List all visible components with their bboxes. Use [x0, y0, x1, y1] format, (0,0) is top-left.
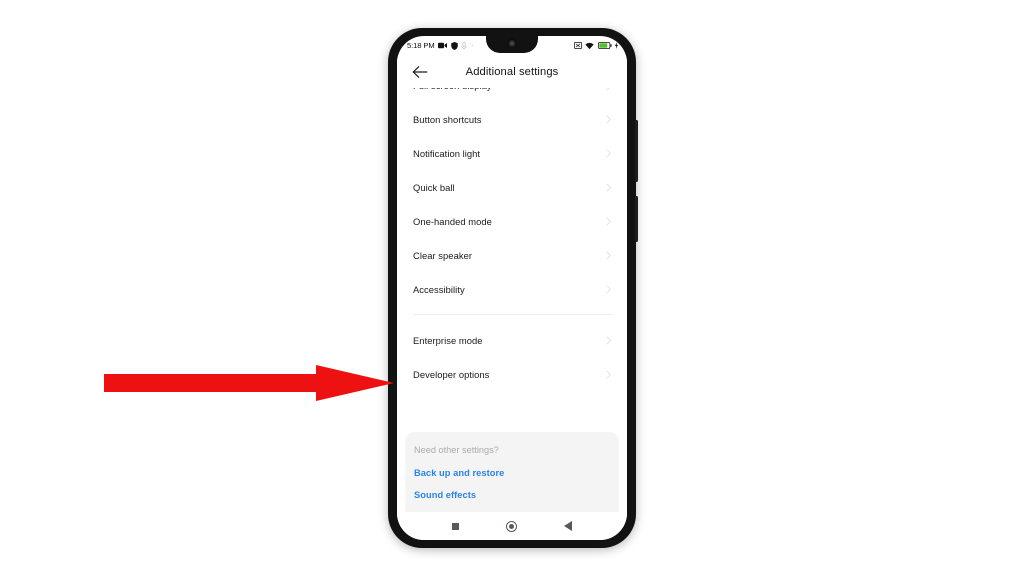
dot-icon	[471, 44, 473, 47]
list-item-label: Quick ball	[413, 181, 455, 193]
wifi-icon	[585, 42, 594, 49]
list-item-label: Full screen display	[413, 88, 604, 91]
list-item-accessibility[interactable]: Accessibility	[397, 272, 627, 306]
need-other-settings-card: Need other settings? Back up and restore…	[405, 432, 619, 512]
power-button[interactable]	[635, 196, 638, 242]
screenshot-canvas: 5:18 PM Additional settings Button short…	[0, 0, 1024, 576]
red-arrow-right-icon	[104, 365, 394, 401]
volume-button[interactable]	[635, 120, 638, 182]
circle-home-icon[interactable]	[505, 520, 517, 532]
charging-bolt-icon	[615, 42, 618, 49]
list-item-one-handed-mode[interactable]: One-handed mode	[397, 204, 627, 238]
front-camera-icon	[507, 39, 517, 48]
settings-scroll-area[interactable]: Full screen display Button shortcuts Not…	[397, 88, 627, 512]
chevron-right-icon	[606, 88, 610, 91]
chevron-right-icon	[606, 335, 611, 345]
phone-screen: 5:18 PM Additional settings Button short…	[397, 36, 627, 540]
no-sim-icon	[573, 42, 582, 49]
chevron-right-icon	[606, 182, 611, 192]
list-item-clear-speaker[interactable]: Clear speaker	[397, 238, 627, 272]
list-item-full-screen-display[interactable]: Full screen display	[397, 88, 627, 102]
list-item-label: One-handed mode	[413, 215, 492, 227]
chevron-right-icon	[606, 216, 611, 226]
chevron-right-icon	[606, 369, 611, 379]
waterdrop-notch	[486, 36, 538, 53]
app-bar: Additional settings	[397, 55, 627, 88]
phone-device-frame: 5:18 PM Additional settings Button short…	[388, 28, 638, 548]
list-item-button-shortcuts[interactable]: Button shortcuts	[397, 102, 627, 136]
list-item-developer-options[interactable]: Developer options	[397, 357, 627, 391]
list-item-label: Developer options	[413, 368, 490, 380]
microphone-off-icon	[461, 41, 467, 49]
status-bar-clock: 5:18 PM	[407, 41, 435, 50]
video-camera-icon	[438, 42, 448, 49]
list-item-notification-light[interactable]: Notification light	[397, 136, 627, 170]
list-item-label: Clear speaker	[413, 249, 473, 261]
back-button[interactable]	[411, 63, 429, 81]
square-recents-icon[interactable]	[452, 522, 460, 530]
list-item-label: Accessibility	[413, 283, 465, 295]
link-back-up-and-restore[interactable]: Back up and restore	[405, 468, 619, 478]
chevron-right-icon	[606, 284, 611, 294]
status-bar-right	[573, 42, 618, 50]
chevron-right-icon	[606, 114, 611, 124]
list-item-label: Button shortcuts	[413, 113, 482, 125]
back-arrow-icon	[412, 65, 428, 78]
battery-charging-icon	[597, 42, 612, 49]
list-item-enterprise-mode[interactable]: Enterprise mode	[397, 323, 627, 357]
footer-heading: Need other settings?	[414, 445, 499, 455]
link-sound-effects[interactable]: Sound effects	[405, 490, 619, 500]
list-item-label: Notification light	[413, 147, 481, 159]
section-divider	[413, 314, 613, 315]
triangle-back-icon[interactable]	[563, 521, 572, 531]
list-item-quick-ball[interactable]: Quick ball	[397, 170, 627, 204]
chevron-right-icon	[606, 250, 611, 260]
page-title: Additional settings	[465, 65, 559, 78]
status-bar-left: 5:18 PM	[407, 41, 474, 50]
list-item-label: Enterprise mode	[413, 334, 483, 346]
navigation-bar	[397, 512, 627, 540]
chevron-right-icon	[606, 148, 611, 158]
shield-icon	[450, 41, 458, 50]
